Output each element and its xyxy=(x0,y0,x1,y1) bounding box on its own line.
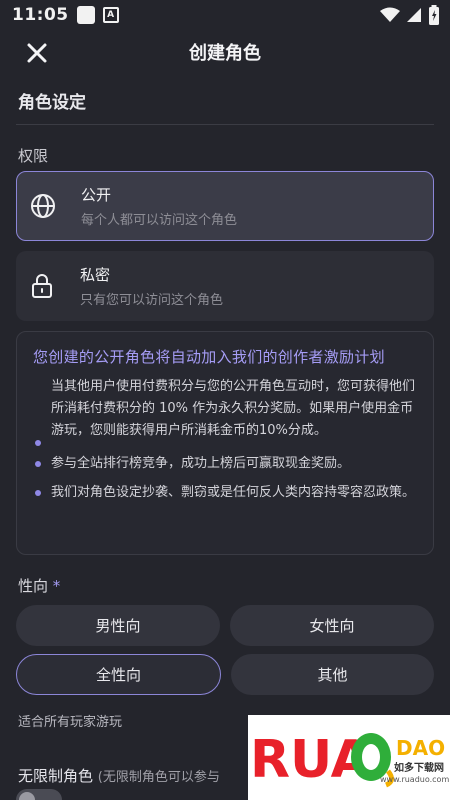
permission-option-title: 私密 xyxy=(80,266,111,284)
svg-text:DAO: DAO xyxy=(396,736,445,760)
toggle-knob xyxy=(19,792,35,800)
unrestricted-label: 无限制角色 xyxy=(18,767,94,785)
required-mark: * xyxy=(52,577,61,595)
info-bullet: 我们对角色设定抄袭、剽窃或是任何反人类内容持零容忍政策。 xyxy=(33,482,417,504)
a-badge-icon: A xyxy=(102,7,119,23)
globe-icon xyxy=(31,194,55,218)
permission-option-public[interactable]: 公开 每个人都可以访问这个角色 xyxy=(16,171,434,241)
wifi-icon xyxy=(380,7,400,22)
signal-icon xyxy=(407,8,421,22)
info-bullet-text: 我们对角色设定抄袭、剽窃或是任何反人类内容持零容忍政策。 xyxy=(51,485,416,500)
watermark-url: www.ruaduo.com xyxy=(380,775,450,784)
permission-option-subtitle: 只有您可以访问这个角色 xyxy=(80,293,224,308)
permission-option-private[interactable]: 私密 只有您可以访问这个角色 xyxy=(16,251,434,321)
page-title: 创建角色 xyxy=(189,43,261,64)
bullet-dot-icon xyxy=(35,490,41,496)
lock-icon xyxy=(32,274,52,298)
close-icon[interactable] xyxy=(22,38,52,68)
orientation-option-female[interactable]: 女性向 xyxy=(230,605,434,646)
info-title: 您创建的公开角色将自动加入我们的创作者激励计划 xyxy=(33,348,385,366)
permission-label: 权限 xyxy=(18,147,49,165)
orientation-option-other[interactable]: 其他 xyxy=(231,654,434,695)
orientation-label-text: 性向 xyxy=(18,577,49,595)
orientation-label: 性向 * xyxy=(0,555,450,605)
orientation-row: 男性向 女性向 xyxy=(0,605,450,646)
permission-option-title: 公开 xyxy=(81,186,112,204)
status-right xyxy=(380,5,440,25)
info-bullet-text: 当其他用户使用付费积分与您的公开角色互动时，您可获得他们所消耗付费积分的 10%… xyxy=(51,379,416,438)
info-bullet-text: 参与全站排行榜竞争，成功上榜后可赢取现金奖励。 xyxy=(51,456,351,471)
unrestricted-toggle[interactable] xyxy=(16,789,62,800)
status-time: 11:05 xyxy=(12,5,69,25)
info-bullet: 参与全站排行榜竞争，成功上榜后可赢取现金奖励。 xyxy=(33,453,417,475)
permission-option-text: 私密 只有您可以访问这个角色 xyxy=(80,264,223,308)
info-bullet: 当其他用户使用付费积分与您的公开角色互动时，您可获得他们所消耗付费积分的 10%… xyxy=(33,376,417,446)
header: 创建角色 xyxy=(0,30,450,74)
status-left: 11:05 A xyxy=(12,5,119,25)
watermark-logo: RUA DAO 如多下载网 www.ruaduo.com xyxy=(248,715,450,800)
permission-option-text: 公开 每个人都可以访问这个角色 xyxy=(81,184,237,228)
section-title: 角色设定 xyxy=(18,93,86,113)
watermark-sub: 如多下载网 xyxy=(394,763,444,774)
notification-square-icon xyxy=(76,6,95,24)
bullet-dot-icon xyxy=(35,461,41,467)
watermark-logo-graphic: RUA DAO xyxy=(250,730,445,790)
battery-icon xyxy=(429,5,439,25)
permission-option-subtitle: 每个人都可以访问这个角色 xyxy=(81,213,238,228)
orientation-option-male[interactable]: 男性向 xyxy=(16,605,220,646)
unrestricted-sub: (无限制角色可以参与 xyxy=(97,770,220,785)
status-bar: 11:05 A xyxy=(0,0,450,30)
creator-incentive-info: 您创建的公开角色将自动加入我们的创作者激励计划 当其他用户使用付费积分与您的公开… xyxy=(16,331,434,555)
bullet-dot-icon xyxy=(35,440,41,446)
orientation-option-all[interactable]: 全性向 xyxy=(16,654,221,695)
orientation-row: 全性向 其他 xyxy=(0,654,450,695)
